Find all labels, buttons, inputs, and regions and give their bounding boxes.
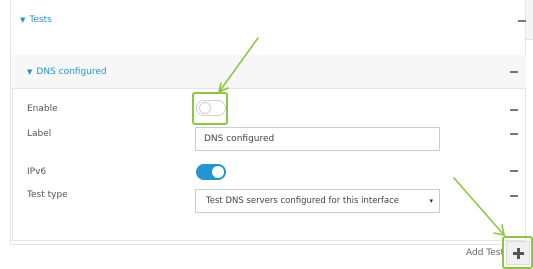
annotation-arrow-icon (453, 177, 505, 236)
annotation-arrow-icon (217, 82, 229, 94)
annotation-arrow-icon (218, 37, 259, 93)
annotation-arrows (217, 37, 506, 237)
